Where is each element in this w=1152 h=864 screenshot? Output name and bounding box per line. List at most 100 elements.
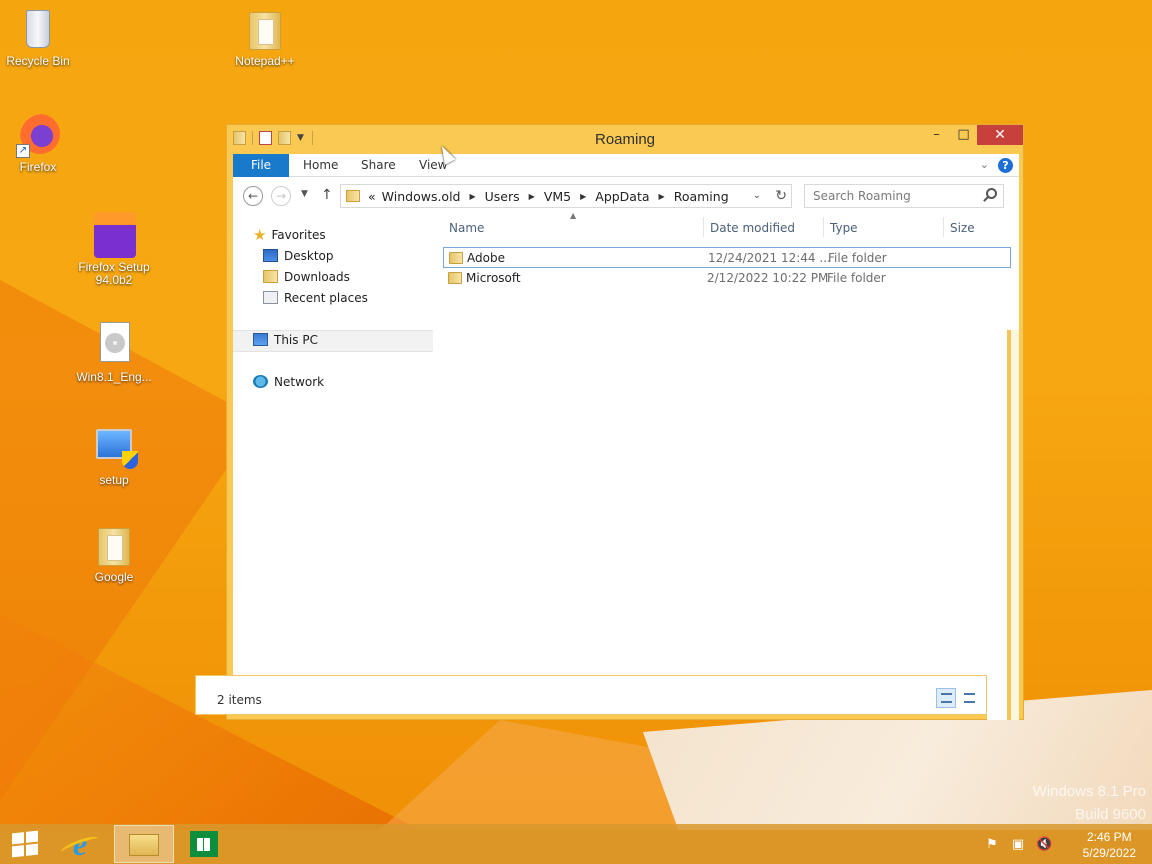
folder-icon — [249, 12, 281, 50]
clock-time: 2:46 PM — [1086, 830, 1132, 844]
firefox-setup-icon — [94, 212, 136, 258]
close-button[interactable]: ✕ — [977, 125, 1023, 145]
nav-item-desktop[interactable]: Desktop — [263, 246, 334, 266]
window-ghost-edge — [987, 330, 1019, 720]
setup-icon — [96, 429, 138, 469]
nav-item-recent-places[interactable]: Recent places — [263, 288, 368, 308]
desktop-icon-label: Recycle Bin — [6, 54, 70, 68]
search-input[interactable]: Search Roaming — [804, 184, 1004, 208]
nav-label: This PC — [274, 333, 318, 347]
file-row[interactable]: Adobe 12/24/2021 12:44 ... File folder — [443, 247, 1011, 268]
nav-item-favorites[interactable]: ★ Favorites — [253, 225, 326, 245]
nav-label: Desktop — [284, 249, 334, 263]
column-header-date-modified[interactable]: Date modified — [710, 221, 795, 235]
watermark-build: Build 9600 — [1075, 806, 1146, 823]
clock[interactable]: 2:46 PM 5/29/2022 — [1083, 829, 1136, 861]
taskbar-internet-explorer[interactable]: e — [50, 825, 110, 863]
store-icon[interactable] — [190, 831, 218, 857]
network-status-icon[interactable]: ▣ — [1010, 837, 1026, 852]
maximize-button[interactable]: □ — [950, 125, 977, 145]
address-bar[interactable]: « Windows.old ▶ Users ▶ VM5 ▶ AppData ▶ … — [340, 184, 792, 208]
star-icon: ★ — [253, 226, 267, 244]
disc-image-icon — [100, 322, 130, 362]
search-icon[interactable] — [986, 188, 997, 199]
file-date: 2/12/2022 10:22 PM — [707, 271, 829, 285]
breadcrumb-item[interactable]: Users — [485, 189, 520, 204]
ribbon-tabs: File Home Share View ⌄ ? — [233, 154, 1019, 177]
tab-share[interactable]: Share — [361, 154, 396, 177]
network-icon — [253, 375, 268, 388]
column-divider[interactable] — [703, 217, 704, 237]
title-bar[interactable]: ▼ Roaming – □ ✕ — [227, 125, 1023, 153]
refresh-icon[interactable]: ↻ — [775, 188, 787, 204]
forward-button[interactable]: → — [271, 186, 291, 206]
desktop-icon-recycle-bin[interactable]: Recycle Bin — [0, 6, 80, 68]
breadcrumb-item[interactable]: AppData — [595, 189, 649, 204]
details-view-button[interactable] — [936, 688, 956, 708]
file-name: Adobe — [467, 251, 505, 265]
file-type: File folder — [827, 271, 886, 285]
recent-locations-dropdown-icon[interactable]: ▼ — [301, 189, 308, 199]
recycle-bin-icon — [26, 10, 50, 48]
file-name: Microsoft — [466, 271, 521, 285]
nav-label: Network — [274, 375, 325, 389]
breadcrumb-separator-icon[interactable]: ▶ — [529, 192, 535, 201]
file-type: File folder — [828, 251, 887, 265]
breadcrumb-separator-icon[interactable]: ▶ — [469, 192, 475, 201]
file-date: 12/24/2021 12:44 ... — [708, 251, 831, 265]
nav-item-this-pc[interactable]: This PC — [253, 330, 318, 350]
desktop-icon-win81-iso[interactable]: Win8.1_Eng... — [72, 322, 156, 384]
details-view-icon — [941, 693, 952, 703]
tab-file[interactable]: File — [233, 154, 289, 177]
file-explorer-icon — [129, 834, 159, 856]
nav-item-downloads[interactable]: Downloads — [263, 267, 350, 287]
column-divider[interactable] — [823, 217, 824, 237]
breadcrumb-item[interactable]: VM5 — [544, 189, 571, 204]
wallpaper-shape — [380, 720, 680, 830]
windows-watermark: Windows 8.1 Pro Build 9600 — [1033, 780, 1146, 826]
downloads-icon — [263, 270, 278, 283]
nav-item-network[interactable]: Network — [253, 372, 324, 392]
desktop-icon — [263, 249, 278, 262]
back-button[interactable]: ← — [243, 186, 263, 206]
breadcrumb-item[interactable]: Windows.old — [382, 189, 461, 204]
breadcrumb-item[interactable]: Roaming — [674, 189, 729, 204]
sort-ascending-icon: ▲ — [570, 211, 577, 220]
volume-muted-icon[interactable]: 🔇 — [1036, 837, 1052, 852]
minimize-button[interactable]: – — [923, 125, 950, 145]
folder-icon — [449, 252, 463, 264]
nav-label: Favorites — [271, 228, 326, 242]
desktop-icon-label: setup — [99, 473, 129, 487]
breadcrumb-separator-icon[interactable]: ▶ — [580, 192, 586, 201]
large-icons-view-button[interactable] — [959, 688, 979, 708]
explorer-window: ▼ Roaming – □ ✕ File Home Share View ⌄ ?… — [195, 124, 1024, 720]
desktop-icon-firefox[interactable]: ↗ Firefox — [0, 112, 80, 174]
desktop-icon-label: Google — [94, 570, 134, 584]
breadcrumb-separator-icon[interactable]: ▶ — [659, 192, 665, 201]
recent-places-icon — [263, 291, 278, 304]
address-history-dropdown-icon[interactable]: ⌄ — [753, 190, 761, 201]
nav-label: Downloads — [284, 270, 350, 284]
tab-home[interactable]: Home — [303, 154, 338, 177]
expand-ribbon-chevron-icon[interactable]: ⌄ — [980, 158, 989, 171]
desktop-icon-label: Firefox — [19, 160, 57, 174]
column-header-size[interactable]: Size — [950, 221, 975, 235]
desktop-icon-notepadpp[interactable]: Notepad++ — [223, 6, 307, 68]
desktop-icon-label: Notepad++ — [235, 54, 295, 68]
desktop-icon-setup[interactable]: setup — [72, 425, 156, 487]
address-overflow[interactable]: « — [368, 189, 376, 204]
large-icons-view-icon — [964, 693, 975, 703]
action-center-flag-icon[interactable]: ⚑ — [984, 837, 1000, 852]
file-list: ▲ Name Date modified Type Size Adobe 12/… — [443, 211, 1019, 675]
taskbar-file-explorer[interactable] — [114, 825, 174, 863]
file-row[interactable]: Microsoft 2/12/2022 10:22 PM File folder — [443, 268, 1011, 289]
desktop-icon-firefox-setup[interactable]: Firefox Setup 94.0b2 — [72, 212, 156, 287]
help-icon[interactable]: ? — [998, 158, 1013, 173]
desktop-icon-google[interactable]: Google — [72, 522, 156, 584]
navigation-bar: ← → ▼ ↑ « Windows.old ▶ Users ▶ VM5 ▶ Ap… — [233, 177, 1019, 215]
up-one-level-button[interactable]: ↑ — [321, 187, 333, 203]
column-header-name[interactable]: Name — [449, 221, 484, 235]
column-header-type[interactable]: Type — [830, 221, 858, 235]
column-divider[interactable] — [943, 217, 944, 237]
folder-icon — [448, 272, 462, 284]
